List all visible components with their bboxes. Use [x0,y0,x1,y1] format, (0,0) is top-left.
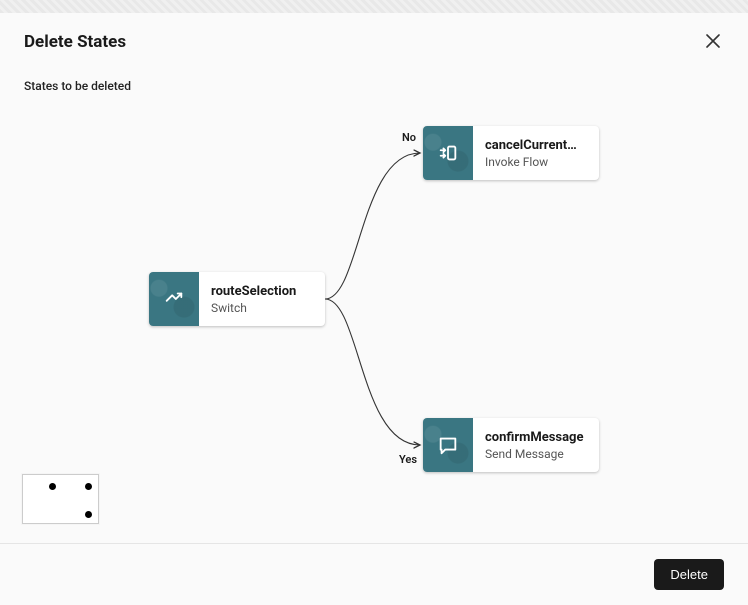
minimap-node-dot [85,511,92,518]
minimap-node-dot [49,483,56,490]
edge-label-yes: Yes [399,453,417,466]
node-subtitle: Invoke Flow [485,155,587,169]
node-title: confirmMessage [485,430,587,445]
node-title: routeSelection [211,284,313,299]
flow-edges [0,0,748,605]
node-route-selection[interactable]: routeSelection Switch [149,272,325,326]
node-cancel-current[interactable]: cancelCurrent… Invoke Flow [423,126,599,180]
node-subtitle: Switch [211,301,313,315]
flow-canvas: No Yes routeSelection Switch cancelCurre… [0,0,748,605]
delete-button[interactable]: Delete [654,559,724,590]
node-confirm-message[interactable]: confirmMessage Send Message [423,418,599,472]
dialog-footer: Delete [0,543,748,605]
send-message-icon [423,418,473,472]
minimap-node-dot [85,483,92,490]
switch-icon [149,272,199,326]
edge-label-no: No [402,131,416,144]
minimap[interactable] [22,474,99,524]
node-subtitle: Send Message [485,447,587,461]
invoke-flow-icon [423,126,473,180]
node-title: cancelCurrent… [485,138,587,153]
